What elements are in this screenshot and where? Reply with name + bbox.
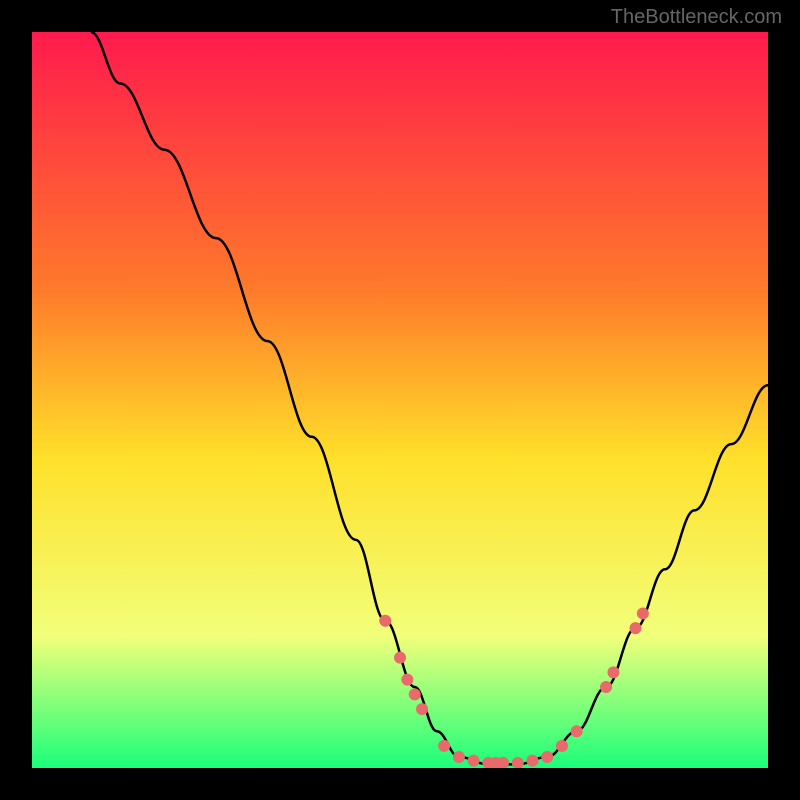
data-marker <box>541 751 553 763</box>
data-marker <box>556 740 568 752</box>
data-marker <box>607 666 619 678</box>
data-marker <box>401 674 413 686</box>
data-marker <box>630 622 642 634</box>
data-marker <box>453 751 465 763</box>
data-marker <box>637 607 649 619</box>
data-marker <box>416 703 428 715</box>
data-marker <box>379 615 391 627</box>
data-marker <box>438 740 450 752</box>
bottleneck-chart <box>32 32 768 768</box>
chart-container <box>32 32 768 768</box>
watermark-text: TheBottleneck.com <box>611 6 782 29</box>
data-marker <box>600 681 612 693</box>
data-marker <box>526 755 538 767</box>
data-marker <box>394 652 406 664</box>
data-marker <box>409 688 421 700</box>
data-marker <box>571 725 583 737</box>
data-marker <box>468 755 480 767</box>
